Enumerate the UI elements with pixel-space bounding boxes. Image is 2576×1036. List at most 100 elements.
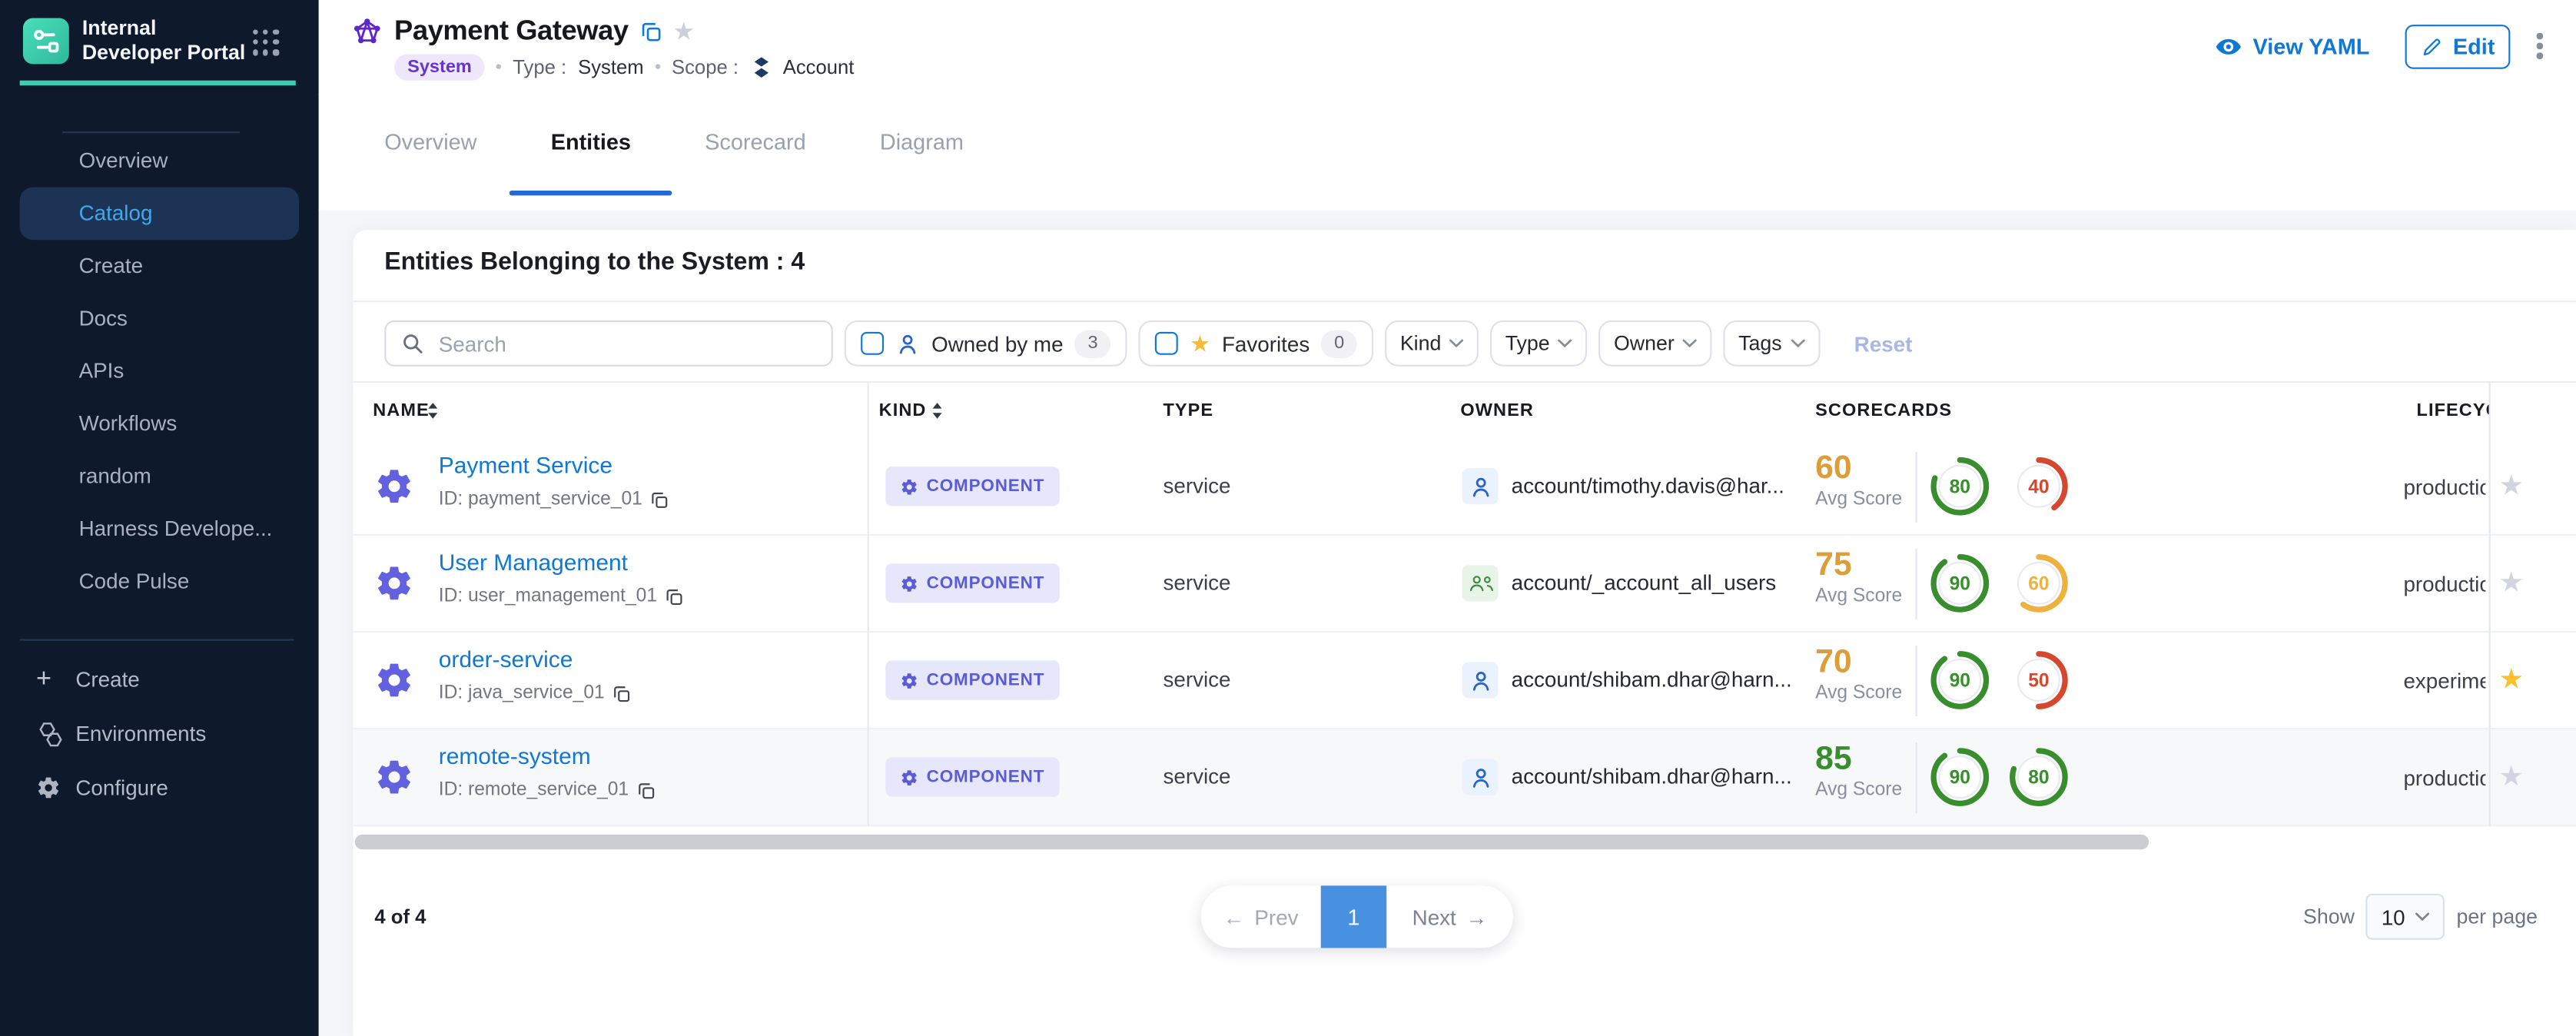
scorecard-divider xyxy=(1916,742,1917,813)
scorecard-divider xyxy=(1916,549,1917,619)
lifecycle-cell: production xyxy=(2403,570,2485,599)
copy-id-icon[interactable] xyxy=(637,781,656,799)
sidebar-item-apis[interactable]: APIs xyxy=(20,345,299,397)
sidebar-item-create[interactable]: +Create xyxy=(0,652,319,707)
favorite-star[interactable]: ★ xyxy=(2498,759,2524,795)
owned-by-me-count: 3 xyxy=(1074,330,1110,357)
prev-page-button[interactable]: ← Prev xyxy=(1201,885,1321,948)
sidebar-item-create[interactable]: Create xyxy=(20,240,299,292)
entity-name-link[interactable]: remote-system xyxy=(439,742,591,769)
favorite-star[interactable]: ★ xyxy=(2498,565,2524,601)
favorite-star[interactable]: ★ xyxy=(2498,662,2524,698)
view-yaml-button[interactable]: View YAML xyxy=(2215,32,2369,60)
kind-filter-dropdown[interactable]: Kind xyxy=(1386,320,1479,367)
group-icon xyxy=(1462,565,1499,601)
avg-score: 85Avg Score xyxy=(1815,741,1902,800)
copy-id-icon[interactable] xyxy=(612,684,631,702)
copy-id-icon[interactable] xyxy=(666,587,684,606)
scorecard-ring-2: 40 xyxy=(2006,453,2072,520)
tab-overview[interactable]: Overview xyxy=(384,94,476,192)
favorite-star[interactable]: ★ xyxy=(2498,468,2524,504)
type-value: System xyxy=(578,55,644,78)
chevron-down-icon xyxy=(2415,911,2429,921)
sidebar-divider xyxy=(62,131,240,133)
next-page-button[interactable]: Next → xyxy=(1386,885,1513,948)
sidebar-item-environments[interactable]: Environments xyxy=(0,706,319,761)
table-row-payment-service[interactable]: Payment Service ID: payment_service_01 C… xyxy=(354,439,2576,536)
avg-score: 75Avg Score xyxy=(1815,547,1902,606)
scorecard-divider xyxy=(1916,452,1917,523)
page-size-select[interactable]: 10 xyxy=(2366,894,2445,940)
entity-name-link[interactable]: order-service xyxy=(439,646,573,672)
score-ring: 40 xyxy=(2006,453,2072,520)
table-row-order-service[interactable]: order-service ID: java_service_01 COMPON… xyxy=(354,633,2576,729)
copy-title-icon[interactable] xyxy=(640,21,662,42)
col-kind[interactable]: KIND xyxy=(879,401,927,421)
sidebar-item-harness-develope[interactable]: Harness Develope... xyxy=(20,503,299,555)
more-options-icon[interactable] xyxy=(2537,33,2543,59)
favorite-page-star-icon[interactable]: ★ xyxy=(672,19,695,44)
type-cell: service xyxy=(1163,667,1230,692)
search-input[interactable] xyxy=(435,330,816,357)
tab-scorecard[interactable]: Scorecard xyxy=(705,94,806,192)
arrow-left-icon: ← xyxy=(1223,905,1245,929)
table-row-user-management[interactable]: User Management ID: user_management_01 C… xyxy=(354,536,2576,633)
tags-filter-dropdown[interactable]: Tags xyxy=(1724,320,1820,367)
type-label: Type : xyxy=(513,55,566,78)
table-row-remote-system[interactable]: remote-system ID: remote_service_01 COMP… xyxy=(354,729,2576,826)
current-page-button[interactable]: 1 xyxy=(1321,885,1387,948)
entity-name-link[interactable]: User Management xyxy=(439,549,628,575)
sidebar-item-configure[interactable]: Configure xyxy=(0,761,319,815)
component-gear-icon xyxy=(900,671,918,689)
sidebar-item-catalog[interactable]: Catalog xyxy=(20,188,299,240)
entity-gear-icon xyxy=(374,757,413,796)
entity-id: ID: payment_service_01 xyxy=(439,490,669,510)
scorecard-ring-2: 50 xyxy=(2006,647,2072,713)
owner-cell: account/shibam.dhar@harn... xyxy=(1512,667,1792,692)
scorecard-ring-1: 90 xyxy=(1927,550,1993,616)
plus-icon: + xyxy=(36,666,75,692)
tab-entities[interactable]: Entities xyxy=(551,94,631,192)
chevron-down-icon xyxy=(1790,338,1804,348)
sidebar-item-workflows[interactable]: Workflows xyxy=(20,397,299,450)
type-filter-dropdown[interactable]: Type xyxy=(1490,320,1587,367)
score-ring: 90 xyxy=(1927,550,1993,616)
copy-id-icon[interactable] xyxy=(651,490,669,509)
sort-icon[interactable] xyxy=(931,403,943,419)
reset-filters-button[interactable]: Reset xyxy=(1854,331,1913,356)
avg-score: 70Avg Score xyxy=(1815,644,1902,703)
portal-title: Internal Developer Portal xyxy=(82,16,247,65)
col-name[interactable]: NAME xyxy=(373,401,430,421)
col-scorecards: SCORECARDS xyxy=(1815,401,1952,421)
owner-filter-dropdown[interactable]: Owner xyxy=(1599,320,1712,367)
sort-icon[interactable] xyxy=(427,403,439,419)
horizontal-scrollbar[interactable] xyxy=(355,835,2149,849)
owner-cell: account/_account_all_users xyxy=(1512,570,1777,595)
tab-diagram[interactable]: Diagram xyxy=(880,94,964,192)
favorites-checkbox[interactable] xyxy=(1155,332,1178,355)
star-icon: ★ xyxy=(1190,332,1210,355)
app-grid-icon[interactable] xyxy=(253,29,279,55)
entity-tabs: Overview Entities Scorecard Diagram xyxy=(319,94,2576,211)
account-icon xyxy=(750,55,772,78)
owned-by-me-checkbox[interactable] xyxy=(861,332,884,355)
sidebar-item-overview[interactable]: Overview xyxy=(20,134,299,187)
scorecard-divider xyxy=(1916,646,1917,716)
scorecard-ring-1: 90 xyxy=(1927,744,1993,810)
user-icon xyxy=(895,331,920,356)
col-lifecycle: LIFECYCLE xyxy=(2417,401,2489,421)
type-cell: service xyxy=(1163,570,1230,595)
edit-button[interactable]: Edit xyxy=(2405,24,2511,68)
avg-score: 60Avg Score xyxy=(1815,450,1902,510)
entity-name-link[interactable]: Payment Service xyxy=(439,452,612,478)
sidebar-item-docs[interactable]: Docs xyxy=(20,293,299,345)
sidebar-accent-line xyxy=(20,81,296,85)
entity-gear-icon xyxy=(374,660,413,699)
sidebar-item-random[interactable]: random xyxy=(20,450,299,503)
harness-idp-logo[interactable] xyxy=(23,18,69,65)
kind-badge: COMPONENT xyxy=(885,563,1059,603)
sidebar-item-code-pulse[interactable]: Code Pulse xyxy=(20,556,299,608)
favorites-filter[interactable]: ★ Favorites 0 xyxy=(1139,320,1374,367)
pencil-icon xyxy=(2422,35,2443,57)
owned-by-me-filter[interactable]: Owned by me 3 xyxy=(845,320,1127,367)
